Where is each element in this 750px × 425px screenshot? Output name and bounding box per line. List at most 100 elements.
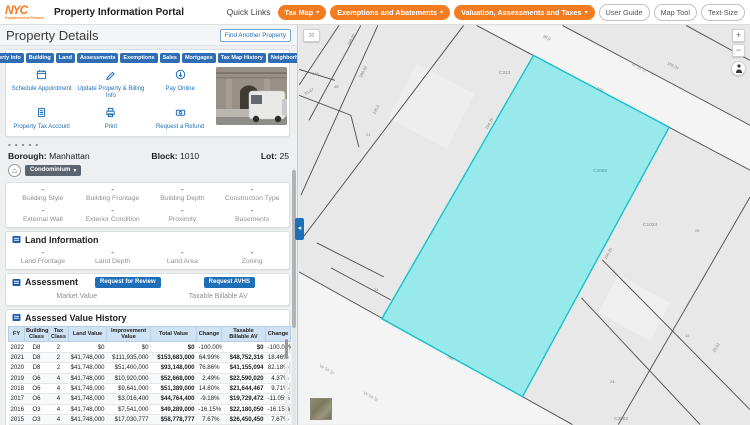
- avh-cell: $41,748,000: [69, 373, 107, 383]
- avh-cell: $41,155,094: [222, 363, 266, 373]
- action-label: Print: [105, 124, 117, 131]
- tab-property-info[interactable]: Property Info: [0, 53, 24, 63]
- avh-cell: $17,030,777: [107, 415, 151, 425]
- property-summary-card: Property InfoBuildingLandAssessmentsExem…: [5, 49, 290, 137]
- avh-column-header: Tax Class: [49, 326, 69, 342]
- menu-button-valuation-assessments-and-taxes[interactable]: Valuation, Assessments and Taxes▾: [454, 5, 594, 20]
- map-parcel-label: 24: [610, 379, 614, 384]
- avh-cell: 2022: [9, 342, 25, 352]
- field-value: -: [78, 185, 148, 194]
- tab-assessments[interactable]: Assessments: [77, 53, 118, 63]
- header-button-map-tool[interactable]: Map Tool: [654, 4, 697, 21]
- panel-collapse-handle[interactable]: ◂: [295, 218, 304, 240]
- tab-exemptions[interactable]: Exemptions: [120, 53, 157, 63]
- field-label: Building Depth: [148, 195, 218, 202]
- property-type-badge[interactable]: Condominium ▾: [25, 165, 81, 176]
- field-basements: -Basements: [217, 206, 287, 223]
- block-label: Block:: [151, 151, 177, 161]
- map-locate-button[interactable]: [731, 61, 746, 76]
- property-photo[interactable]: [216, 67, 287, 125]
- header-button-user-guide[interactable]: User Guide: [599, 4, 650, 21]
- field-label: Proximity: [148, 216, 218, 223]
- avh-cell: -9.18%: [197, 394, 222, 404]
- avh-cell: 64.99%: [197, 352, 222, 362]
- request-for-review-button[interactable]: Request for Review: [95, 277, 161, 288]
- map-parcel-label: 24: [374, 287, 378, 292]
- menu-label: Exemptions and Abatements: [337, 8, 437, 17]
- field-label: External Wall: [8, 216, 78, 223]
- header-button-text-size[interactable]: Text-Size: [701, 4, 745, 21]
- block: Block: 1010: [151, 151, 199, 161]
- quick-actions: Schedule AppointmentUpdate Property & Bi…: [8, 67, 214, 132]
- menu-button-exemptions-and-abatements[interactable]: Exemptions and Abatements▾: [330, 5, 450, 20]
- map-controls: + −: [731, 29, 746, 76]
- map-zoom-out-button[interactable]: −: [732, 44, 745, 57]
- avh-cell: $7,541,000: [107, 404, 151, 414]
- avh-cell: $10,920,000: [107, 373, 151, 383]
- action-property-tax-account[interactable]: Property Tax Account: [8, 105, 75, 131]
- lot-label: Lot:: [261, 151, 277, 161]
- avh-cell: 7.67%: [197, 415, 222, 425]
- tab-neighborhood[interactable]: Neighborhood: [268, 53, 298, 63]
- mini-map-thumbnail[interactable]: [310, 398, 332, 420]
- field-zoning: -Zoning: [217, 248, 287, 265]
- refund-icon: [175, 105, 186, 123]
- property-information-portal: NYC Department of Finance Property Infor…: [0, 0, 750, 425]
- assessed-value-history-card: Assessed Value History FYBuilding ClassT…: [5, 309, 290, 425]
- avh-column-header: Change: [197, 326, 222, 342]
- caret-down-icon: ▾: [585, 9, 588, 16]
- avh-cell: 2.49%: [197, 373, 222, 383]
- avh-header-row: FYBuilding ClassTax ClassLand ValueImpro…: [9, 326, 291, 342]
- action-print[interactable]: Print: [77, 105, 144, 131]
- map-parcel-label: C313: [499, 71, 510, 76]
- request-avhs-button[interactable]: Request AVHS: [204, 277, 255, 288]
- assessment-card: Assessment Request for Review Request AV…: [5, 273, 290, 306]
- action-request-a-refund[interactable]: Request a Refund: [147, 105, 214, 131]
- field-proximity: -Proximity: [148, 206, 218, 223]
- action-label: Pay Online: [165, 86, 194, 93]
- find-another-property-button[interactable]: Find Another Property: [220, 29, 291, 42]
- map-zoom-in-button[interactable]: +: [732, 29, 745, 42]
- avh-cell: $58,778,777: [151, 415, 197, 425]
- avh-cell: 2015: [9, 415, 25, 425]
- table-scrollbar-thumb[interactable]: [285, 339, 288, 359]
- tax-map-pane: 20 + − C313C2085C1024C308214545212426122…: [299, 25, 750, 425]
- field-construction-type: -Construction Type: [217, 185, 287, 202]
- land-section-title: Land Information: [25, 235, 99, 245]
- avh-cell: 2021: [9, 352, 25, 362]
- avh-row: 2019O64$41,748,000$10,920,000$52,668,000…: [9, 373, 291, 383]
- nyc-logo[interactable]: NYC Department of Finance: [5, 5, 44, 20]
- panel-scrollbar-thumb[interactable]: [292, 170, 296, 328]
- field-external-wall: -External Wall: [8, 206, 78, 223]
- tab-sales[interactable]: Sales: [160, 53, 180, 63]
- avh-column-header: FY: [9, 326, 25, 342]
- field-value: -: [8, 185, 78, 194]
- avh-cell: O3: [25, 415, 49, 425]
- nyc-logo-text: NYC: [5, 5, 44, 16]
- menu-button-tax-map[interactable]: Tax Map▾: [278, 5, 327, 20]
- action-pay-online[interactable]: Pay Online: [147, 67, 214, 100]
- tab-building[interactable]: Building: [26, 53, 54, 63]
- field-label: Building Frontage: [78, 195, 148, 202]
- map-parcel-label: 26: [695, 228, 699, 233]
- tab-tax-map-history[interactable]: Tax Map History: [218, 53, 266, 63]
- assessment-section-title: Assessment: [25, 277, 83, 287]
- property-type-label: Condominium: [30, 167, 70, 173]
- page-title: Property Details: [6, 28, 98, 43]
- person-icon: [735, 64, 743, 73]
- field-label: Building Style: [8, 195, 78, 202]
- pay-icon: [175, 67, 186, 85]
- action-update-property-billing-info[interactable]: Update Property & Billing Info: [77, 67, 144, 100]
- borough: Borough: Manhattan: [8, 151, 90, 161]
- avh-row: 2021D82$41,748,000$111,935,000$153,683,0…: [9, 352, 291, 362]
- tab-mortgages[interactable]: Mortgages: [182, 53, 216, 63]
- tax-map[interactable]: [299, 25, 750, 425]
- avh-column-header: Land Value: [69, 326, 107, 342]
- avh-cell: $44,764,400: [151, 394, 197, 404]
- tab-land[interactable]: Land: [56, 53, 75, 63]
- panel-scrollbar[interactable]: [292, 168, 296, 425]
- assessment-label-market-value: Market Value: [6, 293, 148, 300]
- avh-cell: $51,400,000: [107, 363, 151, 373]
- table-scrollbar[interactable]: [285, 338, 288, 425]
- action-schedule-appointment[interactable]: Schedule Appointment: [8, 67, 75, 100]
